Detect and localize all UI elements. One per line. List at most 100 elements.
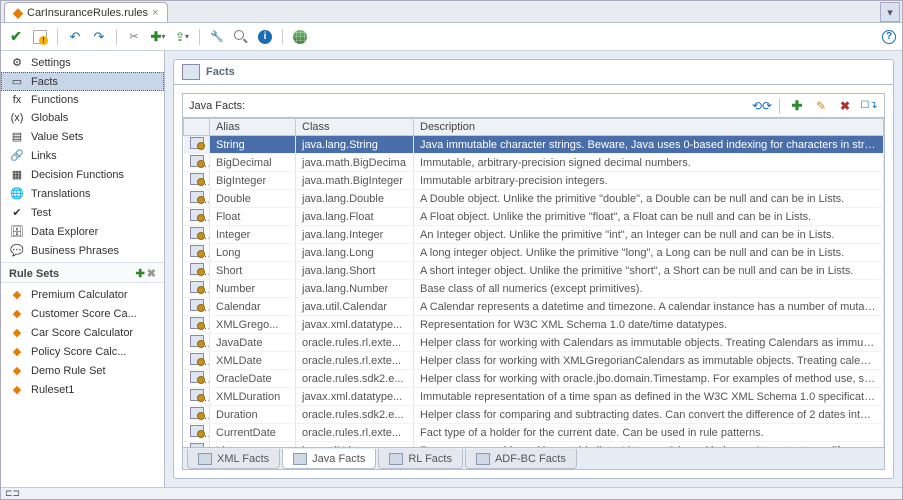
sidebar-item-value-sets[interactable]: ▤Value Sets [1,127,164,146]
cell-description: Helper class for working with Calendars … [414,334,884,352]
java-fact-icon [190,443,204,447]
col-desc[interactable]: Description [414,119,884,136]
ruleset-item[interactable]: ◆Ruleset1 [1,380,164,399]
ruleset-item[interactable]: ◆Demo Rule Set [1,361,164,380]
cell-alias: XMLDuration [210,388,296,406]
tree-action-dropdown[interactable]: ⇪▾ [173,28,191,46]
table-row[interactable]: BigIntegerjava.math.BigIntegerImmutable … [184,172,884,190]
fact-type-tabs: XML FactsJava FactsRL FactsADF-BC Facts [183,447,884,469]
table-row[interactable]: Shortjava.lang.ShortA short integer obje… [184,262,884,280]
table-row[interactable]: Floatjava.lang.FloatA Float object. Unli… [184,208,884,226]
sidebar-item-globals[interactable]: (x)Globals [1,109,164,127]
ruleset-item[interactable]: ◆Customer Score Ca... [1,304,164,323]
undo-button[interactable]: ↶ [66,28,84,46]
search-icon [234,30,248,44]
sidebar-item-test[interactable]: ✔Test [1,203,164,222]
sidebar-item-settings[interactable]: ⚙Settings [1,53,164,72]
fact-tab-rl-facts[interactable]: RL Facts [378,449,463,469]
table-row[interactable]: JavaDateoracle.rules.rl.exte...Helper cl… [184,334,884,352]
tab-icon [293,453,307,465]
sidebar-item-label: Data Explorer [31,226,98,238]
redo-button[interactable]: ↷ [90,28,108,46]
table-row[interactable]: OracleDateoracle.rules.sdk2.e...Helper c… [184,370,884,388]
add-fact-button[interactable]: ✚ [788,97,806,115]
table-row[interactable]: CurrentDateoracle.rules.rl.exte...Fact t… [184,424,884,442]
cell-class: java.lang.Long [296,244,414,262]
facts-panel-icon [182,64,200,80]
cell-alias: String [210,136,296,154]
panel-body: Java Facts: ⟲⟳ ✚ ✎ ✖ ☐↴ [173,84,894,479]
facts-grid[interactable]: Alias Class Description Stringjava.lang.… [183,118,884,447]
table-row[interactable]: XMLDateoracle.rules.rl.exte...Helper cla… [184,352,884,370]
sidebar-item-facts[interactable]: ▭Facts [1,72,164,91]
row-icon-cell [184,244,210,262]
globe-button[interactable] [291,28,309,46]
table-row[interactable]: Numberjava.lang.NumberBase class of all … [184,280,884,298]
validate-button[interactable]: ✔ [7,28,25,46]
col-class[interactable]: Class [296,119,414,136]
col-alias[interactable]: Alias [210,119,296,136]
col-icon[interactable] [184,119,210,136]
cell-alias: Long [210,244,296,262]
table-row[interactable]: Longjava.lang.LongA long integer object.… [184,244,884,262]
file-tab[interactable]: ◆ CarInsuranceRules.rules × [4,2,168,22]
info-button[interactable]: i [256,28,274,46]
table-row[interactable]: XMLDurationjavax.xml.datatype...Immutabl… [184,388,884,406]
alias-view-button[interactable]: ☐↴ [860,97,878,115]
fact-tab-adf-bc-facts[interactable]: ADF-BC Facts [465,449,577,469]
edit-fact-button[interactable]: ✎ [812,97,830,115]
cell-alias: JavaDate [210,334,296,352]
find-button[interactable] [232,28,250,46]
tab-icon [198,453,212,465]
java-fact-icon [190,227,204,239]
cell-alias: Duration [210,406,296,424]
table-row[interactable]: Durationoracle.rules.sdk2.e...Helper cla… [184,406,884,424]
sidebar-item-data-explorer[interactable]: 🗄Data Explorer [1,222,164,241]
table-row[interactable]: BigDecimaljava.math.BigDecimaImmutable, … [184,154,884,172]
cell-class: oracle.rules.sdk2.e... [296,406,414,424]
sidebar-item-links[interactable]: 🔗Links [1,146,164,165]
delete-fact-button[interactable]: ✖ [836,97,854,115]
row-icon-cell [184,154,210,172]
cell-alias: Integer [210,226,296,244]
cell-description: A Calendar represents a datetime and tim… [414,298,884,316]
cut-button[interactable]: ✂ [125,28,143,46]
cell-alias: BigInteger [210,172,296,190]
add-ruleset-button[interactable]: ✚ [136,267,145,280]
refresh-facts-button[interactable]: ⟲⟳ [753,97,771,115]
cell-alias: Float [210,208,296,226]
table-row[interactable]: Calendarjava.util.CalendarA Calendar rep… [184,298,884,316]
fact-tab-java-facts[interactable]: Java Facts [282,449,376,469]
table-row[interactable]: XMLGrego...javax.xml.datatype...Represen… [184,316,884,334]
sidebar-icon: ▭ [9,75,25,88]
ruleset-item[interactable]: ◆Policy Score Calc... [1,342,164,361]
close-tab-icon[interactable]: × [152,7,158,19]
ruleset-item[interactable]: ◆Car Score Calculator [1,323,164,342]
help-button[interactable]: ? [882,30,896,44]
fact-tab-xml-facts[interactable]: XML Facts [187,449,280,469]
undo-icon: ↶ [67,29,83,45]
facts-subtitle: Java Facts: [189,100,245,112]
settings-button[interactable]: 🔧 [208,28,226,46]
table-row[interactable]: Integerjava.lang.IntegerAn Integer objec… [184,226,884,244]
alias-icon: ☐↴ [860,100,877,111]
ruleset-label: Ruleset1 [31,384,74,396]
delete-ruleset-button[interactable]: ✖ [147,267,156,280]
warnings-button[interactable] [31,28,49,46]
table-row[interactable]: Stringjava.lang.StringJava immutable cha… [184,136,884,154]
rulesets-header: Rule Sets✚✖ [1,262,164,283]
cell-class: javax.xml.datatype... [296,316,414,334]
sidebar-item-functions[interactable]: fxFunctions [1,91,164,109]
sidebar-item-decision-functions[interactable]: ▦Decision Functions [1,165,164,184]
tab-list-dropdown[interactable]: ▾ [880,2,900,22]
sidebar-item-translations[interactable]: 🌐Translations [1,184,164,203]
facts-toolbar-right: ⟲⟳ ✚ ✎ ✖ ☐↴ [753,97,878,115]
sidebar-item-business-phrases[interactable]: 💬Business Phrases [1,241,164,260]
row-icon-cell [184,136,210,154]
add-dropdown-button[interactable]: ✚▾ [149,28,167,46]
cell-description: A Double object. Unlike the primitive "d… [414,190,884,208]
table-row[interactable]: Doublejava.lang.DoubleA Double object. U… [184,190,884,208]
ruleset-item[interactable]: ◆Premium Calculator [1,285,164,304]
cell-alias: Double [210,190,296,208]
row-icon-cell [184,388,210,406]
